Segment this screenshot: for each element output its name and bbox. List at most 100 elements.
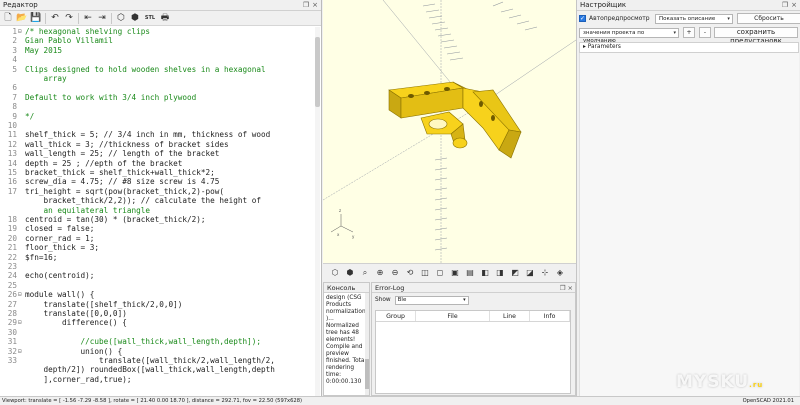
zoom-in-icon[interactable]: ⊕	[374, 267, 386, 279]
code-line[interactable]: 20 corner_rad = 1;	[0, 234, 320, 243]
code-line[interactable]: 22 $fn=16;	[0, 253, 320, 262]
code-line[interactable]: 17 tri_height = sqrt(pow(bracket_thick,2)…	[0, 187, 320, 196]
column-group[interactable]: Group	[376, 311, 416, 321]
view-left-icon[interactable]: ◧	[479, 267, 491, 279]
code-line[interactable]: 32 ⊟ union() {	[0, 347, 320, 356]
code-line[interactable]: 30	[0, 328, 320, 337]
code-text: translate([shelf_thick/2,0,0])	[25, 299, 183, 309]
fold-marker-icon[interactable]: ⊟	[18, 319, 24, 327]
remove-preset-button[interactable]: -	[699, 27, 711, 38]
float-icon[interactable]: ❐	[782, 1, 788, 9]
close-icon[interactable]: ×	[568, 284, 573, 292]
column-file[interactable]: File	[416, 311, 490, 321]
float-icon[interactable]: ❐	[303, 1, 309, 9]
code-line[interactable]: 25	[0, 281, 320, 290]
view-back-icon[interactable]: ◪	[524, 267, 536, 279]
close-icon[interactable]: ×	[791, 1, 797, 9]
close-icon[interactable]: ×	[312, 1, 318, 9]
code-line[interactable]: 3 May 2015	[0, 46, 320, 55]
code-line[interactable]: an equilateral triangle	[0, 206, 320, 215]
svg-text:z: z	[339, 208, 341, 213]
line-number: 26	[7, 290, 17, 300]
code-line[interactable]: 15 bracket_thick = shelf_thick+wall_thick…	[0, 168, 320, 177]
code-line[interactable]: array	[0, 74, 320, 83]
code-line[interactable]: 18 centroid = tan(30) * (bracket_thick/2)…	[0, 215, 320, 224]
code-line[interactable]: 28 translate([0,0,0])	[0, 309, 320, 318]
float-icon[interactable]: ❐	[560, 284, 566, 292]
orthographic-icon[interactable]: ◻	[434, 267, 446, 279]
code-line[interactable]: 33 translate([wall_thick/2,wall_length/2…	[0, 356, 320, 365]
code-line[interactable]: 23	[0, 262, 320, 271]
3d-viewport[interactable]: x y z	[323, 0, 576, 263]
code-line[interactable]: 12 wall_thick = 3; //thickness of bracket…	[0, 140, 320, 149]
code-line[interactable]: 9 */	[0, 112, 320, 121]
code-line[interactable]: 16 screw_dia = 4.75; // #8 size screw is …	[0, 178, 320, 187]
indent-icon[interactable]: ⇥	[96, 12, 108, 24]
code-line[interactable]: 21 floor_thick = 3;	[0, 243, 320, 252]
save-preset-button[interactable]: сохранить предустановк	[714, 27, 798, 45]
render-icon[interactable]: ⬢	[344, 267, 356, 279]
open-file-icon[interactable]: 📂	[16, 12, 28, 24]
preview-icon[interactable]: ⬡	[115, 12, 127, 24]
code-line[interactable]: 11 shelf_thick = 5; // 3/4 inch in mm, th…	[0, 131, 320, 140]
code-line[interactable]: 10	[0, 121, 320, 130]
code-line[interactable]: depth/2]) roundedBox([wall_thick,wall_le…	[0, 365, 320, 375]
perspective-icon[interactable]: ◫	[419, 267, 431, 279]
code-line[interactable]: 29 ⊟ difference() {	[0, 319, 320, 328]
show-axes-icon[interactable]: ⊹	[539, 267, 551, 279]
auto-preview-checkbox[interactable]: ✓	[579, 15, 586, 22]
code-line[interactable]: 31 //cube([wall_thick,wall_length,depth]…	[0, 337, 320, 346]
unindent-icon[interactable]: ⇤	[82, 12, 94, 24]
code-line[interactable]: bracket_thick/2,2)); // calculate the he…	[0, 196, 320, 205]
view-bottom-icon[interactable]: ▤	[464, 267, 476, 279]
show-filter-select[interactable]: Ble	[394, 295, 469, 305]
render-icon[interactable]: ⬢	[129, 12, 141, 24]
code-line[interactable]: 8	[0, 102, 320, 111]
fold-marker-icon[interactable]: ⊟	[18, 348, 24, 356]
code-line[interactable]: 6	[0, 84, 320, 93]
code-line[interactable]: 27 translate([shelf_thick/2,0,0])	[0, 299, 320, 309]
error-log-table: Group File Line Info	[375, 310, 571, 394]
code-text: depth/2]) roundedBox([wall_thick,wall_le…	[25, 365, 275, 375]
fold-marker-icon[interactable]: ⊟	[18, 28, 24, 36]
code-line[interactable]: 5 Clips designed to hold wooden shelves i…	[0, 65, 320, 74]
code-line[interactable]: 14 depth = 25 ; //epth of the bracket	[0, 159, 320, 168]
view-right-icon[interactable]: ◨	[494, 267, 506, 279]
view-front-icon[interactable]: ◩	[509, 267, 521, 279]
editor-title: Редактор	[3, 1, 38, 9]
code-line[interactable]: 4	[0, 55, 320, 64]
column-line[interactable]: Line	[490, 311, 530, 321]
view-top-icon[interactable]: ▣	[449, 267, 461, 279]
description-dropdown[interactable]: Показать описание	[655, 13, 733, 24]
undo-icon[interactable]: ↶	[49, 12, 61, 24]
code-line[interactable]: 19 closed = false;	[0, 225, 320, 234]
line-number: 23	[7, 262, 17, 271]
show-edges-icon[interactable]: ◈	[554, 267, 566, 279]
code-line[interactable]: 24 echo(centroid);	[0, 272, 320, 281]
add-preset-button[interactable]: +	[683, 27, 695, 38]
new-file-icon[interactable]: 🗋	[2, 12, 14, 24]
save-icon[interactable]: 💾	[30, 12, 42, 24]
preview-icon[interactable]: ⬡	[329, 267, 341, 279]
code-line[interactable]: 13 wall_length = 25; // length of the bra…	[0, 149, 320, 158]
send-to-print-icon[interactable]: 🖶	[159, 12, 171, 24]
preset-dropdown[interactable]: значения проекта по умолчанию	[579, 27, 679, 44]
reset-view-icon[interactable]: ⟲	[404, 267, 416, 279]
column-info[interactable]: Info	[530, 311, 570, 321]
redo-icon[interactable]: ↷	[63, 12, 75, 24]
zoom-out-icon[interactable]: ⊖	[389, 267, 401, 279]
export-stl-icon[interactable]: STL	[143, 12, 157, 24]
code-text: ],corner_rad,true);	[25, 374, 132, 384]
code-line[interactable]: 7 Default to work with 3/4 inch plywood	[0, 93, 320, 102]
console-scrollbar[interactable]	[365, 293, 369, 395]
code-line[interactable]: 1 ⊟/* hexagonal shelving clips	[0, 27, 320, 36]
parameters-group[interactable]: ▸ Parameters	[579, 42, 799, 53]
code-line[interactable]: 2 Gian Pablo Villamil	[0, 37, 320, 46]
line-number: 10	[7, 121, 17, 130]
code-editor[interactable]: 1 ⊟/* hexagonal shelving clips 2 Gian Pablo…	[0, 27, 322, 396]
code-line[interactable]: 26 ⊟ module wall() {	[0, 290, 320, 300]
reset-button[interactable]: Сбросить	[736, 13, 800, 24]
code-line[interactable]: ],corner_rad,true);	[0, 374, 320, 384]
fold-marker-icon[interactable]: ⊟	[18, 291, 24, 299]
zoom-all-icon[interactable]: ⌕	[359, 267, 371, 279]
